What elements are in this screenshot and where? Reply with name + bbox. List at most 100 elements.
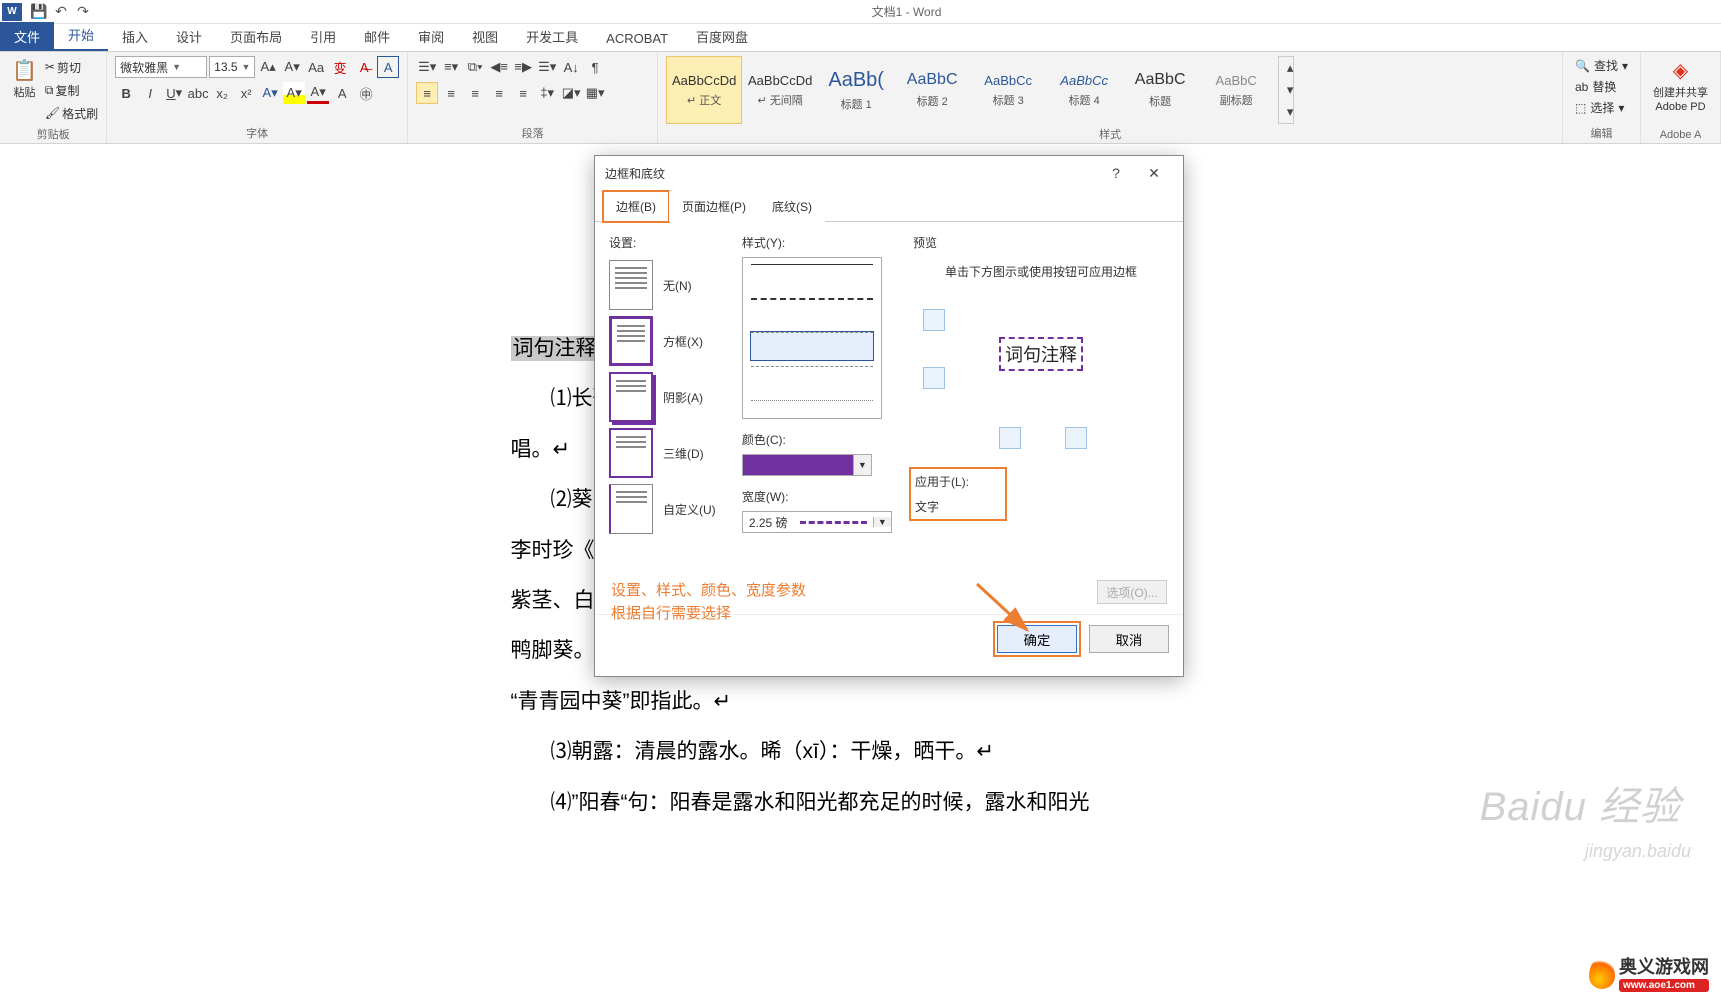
align-left-button[interactable]: ≡ (416, 82, 438, 104)
distribute-button[interactable]: ≡ (512, 82, 534, 104)
selected-text[interactable]: 词句注释 (511, 336, 599, 361)
tab-dev[interactable]: 开发工具 (512, 22, 592, 51)
tab-mail[interactable]: 邮件 (350, 22, 404, 51)
style-subtitle[interactable]: AaBbC副标题 (1198, 56, 1274, 124)
tab-border[interactable]: 边框(B) (603, 191, 669, 222)
format-painter-button[interactable]: 🖌格式刷 (45, 102, 98, 124)
border-right-toggle[interactable] (1065, 427, 1087, 449)
style-heading2[interactable]: AaBbC标题 2 (894, 56, 970, 124)
align-center-button[interactable]: ≡ (440, 82, 462, 104)
setting-shadow[interactable]: 阴影(A) (609, 369, 724, 425)
style-heading3[interactable]: AaBbCc标题 3 (970, 56, 1046, 124)
numbering-button[interactable]: ≡▾ (440, 56, 462, 78)
subscript-button[interactable]: x₂ (211, 82, 233, 104)
paragraph[interactable]: ⑶朝露：清晨的露水。晞（xī）：干燥，晒干。↵ (511, 727, 1211, 777)
border-left-toggle[interactable] (999, 427, 1021, 449)
cut-button[interactable]: ✂剪切 (45, 56, 98, 78)
change-case-button[interactable]: Aa (305, 56, 327, 78)
tab-review[interactable]: 审阅 (404, 22, 458, 51)
grow-font-button[interactable]: A▴ (257, 56, 279, 78)
style-title[interactable]: AaBbC标题 (1122, 56, 1198, 124)
style-option[interactable] (751, 298, 873, 326)
border-top-toggle[interactable] (923, 309, 945, 331)
style-option[interactable] (751, 400, 873, 419)
cancel-button[interactable]: 取消 (1089, 625, 1169, 653)
adobe-create-button[interactable]: ◈ 创建并共享 Adobe PD (1649, 56, 1712, 115)
font-name-combo[interactable]: 微软雅黑▼ (115, 56, 207, 78)
save-icon[interactable]: 💾 (28, 1, 50, 23)
line-spacing-button[interactable]: ‡▾ (536, 82, 558, 104)
tab-file[interactable]: 文件 (0, 22, 54, 51)
help-button[interactable]: ? (1097, 165, 1135, 181)
dialog-titlebar[interactable]: 边框和底纹 ? ✕ (595, 156, 1183, 190)
copy-button[interactable]: ⧉复制 (45, 79, 98, 101)
styles-down-button[interactable]: ▾ (1279, 79, 1301, 101)
decrease-indent-button[interactable]: ◀≡ (488, 56, 510, 78)
align-right-button[interactable]: ≡ (464, 82, 486, 104)
shading-button[interactable]: ◪▾ (560, 82, 582, 104)
bold-button[interactable]: B (115, 82, 137, 104)
style-listbox[interactable] (742, 257, 882, 419)
tab-shading[interactable]: 底纹(S) (759, 191, 825, 222)
preview-frame[interactable]: 词句注释 (913, 291, 1169, 431)
style-option-selected[interactable] (751, 332, 873, 360)
font-color-button[interactable]: A▾ (307, 82, 329, 104)
styles-gallery[interactable]: AaBbCcDd↵ 正文 AaBbCcDd↵ 无间隔 AaBb(标题 1 AaB… (666, 56, 1274, 124)
setting-3d[interactable]: 三维(D) (609, 425, 724, 481)
char-border-button[interactable]: A (377, 56, 399, 78)
enclose-char-button[interactable]: ㊥ (355, 82, 377, 104)
clear-format-button[interactable]: A̶ (353, 56, 375, 78)
tab-design[interactable]: 设计 (162, 22, 216, 51)
tab-references[interactable]: 引用 (296, 22, 350, 51)
style-nospacing[interactable]: AaBbCcDd↵ 无间隔 (742, 56, 818, 124)
italic-button[interactable]: I (139, 82, 161, 104)
width-combo[interactable]: 2.25 磅 ▼ (742, 511, 892, 533)
tab-home[interactable]: 开始 (54, 20, 108, 51)
style-heading1[interactable]: AaBb(标题 1 (818, 56, 894, 124)
setting-none[interactable]: 无(N) (609, 257, 724, 313)
style-heading4[interactable]: AaBbCc标题 4 (1046, 56, 1122, 124)
setting-custom[interactable]: 自定义(U) (609, 481, 724, 537)
paragraph[interactable]: “青青园中葵”即指此。↵ (511, 677, 1211, 727)
chevron-down-icon[interactable]: ▼ (873, 517, 891, 527)
quick-access-toolbar: W 💾 ↶ ↷ 文档1 - Word (0, 0, 1721, 24)
multilevel-button[interactable]: ⧉▾ (464, 56, 486, 78)
asian-layout-button[interactable]: ☰▾ (536, 56, 558, 78)
styles-more-button[interactable]: ▾ (1279, 101, 1301, 123)
setting-box[interactable]: 方框(X) (609, 313, 724, 369)
replace-button[interactable]: ab替换 (1571, 77, 1632, 96)
highlight-button[interactable]: A▾ (283, 82, 305, 104)
chevron-down-icon[interactable]: ▼ (853, 455, 871, 475)
color-combo[interactable]: ▼ (742, 454, 872, 476)
increase-indent-button[interactable]: ≡▶ (512, 56, 534, 78)
style-option[interactable] (751, 264, 873, 292)
tab-baidu[interactable]: 百度网盘 (682, 22, 762, 51)
tab-view[interactable]: 视图 (458, 22, 512, 51)
tab-layout[interactable]: 页面布局 (216, 22, 296, 51)
style-normal[interactable]: AaBbCcDd↵ 正文 (666, 56, 742, 124)
find-button[interactable]: 🔍查找▾ (1571, 56, 1632, 75)
tab-insert[interactable]: 插入 (108, 22, 162, 51)
show-marks-button[interactable]: ¶ (584, 56, 606, 78)
borders-button[interactable]: ▦▾ (584, 82, 606, 104)
shrink-font-button[interactable]: A▾ (281, 56, 303, 78)
justify-button[interactable]: ≡ (488, 82, 510, 104)
superscript-button[interactable]: x² (235, 82, 257, 104)
styles-up-button[interactable]: ▴ (1279, 57, 1301, 79)
tab-page-border[interactable]: 页面边框(P) (669, 191, 759, 222)
strike-button[interactable]: abc (187, 82, 209, 104)
close-button[interactable]: ✕ (1135, 165, 1173, 182)
paragraph[interactable]: ⑷”阳春“句：阳春是露水和阳光都充足的时候，露水和阳光 (511, 778, 1211, 828)
underline-button[interactable]: U▾ (163, 82, 185, 104)
char-shading-button[interactable]: A (331, 82, 353, 104)
bullets-button[interactable]: ☰▾ (416, 56, 438, 78)
text-effect-button[interactable]: A▾ (259, 82, 281, 104)
border-bottom-toggle[interactable] (923, 367, 945, 389)
style-option[interactable] (751, 366, 873, 394)
select-button[interactable]: ⬚选择▾ (1571, 98, 1632, 117)
sort-button[interactable]: A↓ (560, 56, 582, 78)
paste-button[interactable]: 📋 粘贴 (8, 56, 41, 102)
phonetic-guide-button[interactable]: 变 (329, 56, 351, 78)
font-size-combo[interactable]: 13.5▼ (209, 56, 255, 78)
tab-acrobat[interactable]: ACROBAT (592, 26, 682, 51)
